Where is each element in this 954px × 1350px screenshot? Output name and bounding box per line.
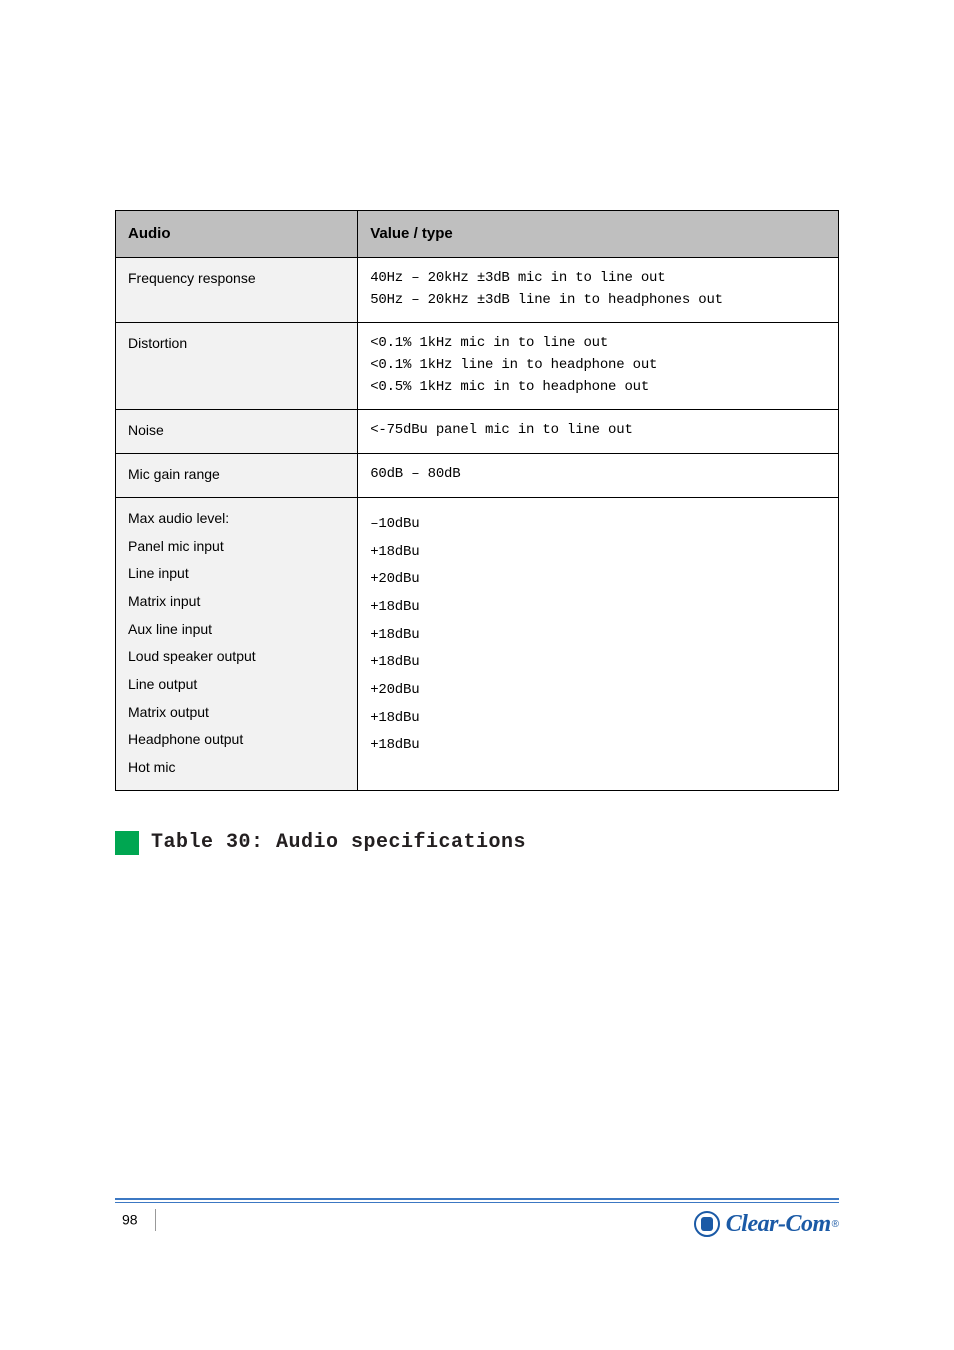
table-header-row: Audio Value / type	[116, 211, 839, 258]
sub-label: Aux line input	[128, 619, 345, 641]
table-row: Mic gain range 60dB – 80dB	[116, 454, 839, 498]
row-value: <-75dBu panel mic in to line out	[358, 410, 839, 454]
page-number-value: 98	[122, 1212, 138, 1228]
row-value: 60dB – 80dB	[358, 454, 839, 498]
caption-text: Table 30: Audio specifications	[151, 831, 526, 854]
brand-emblem-icon	[694, 1211, 720, 1237]
audio-spec-table: Audio Value / type Frequency response 40…	[115, 210, 839, 791]
row-label: Max audio level: Panel mic input Line in…	[116, 497, 358, 790]
brand-logo: Clear-Com®	[694, 1206, 839, 1242]
sub-value: +18dBu	[370, 542, 826, 564]
value-line: <-75dBu panel mic in to line out	[370, 420, 826, 442]
row-value: 40Hz – 20kHz ±3dB mic in to line out 50H…	[358, 258, 839, 323]
sub-label: Line input	[128, 563, 345, 585]
sub-label: Line output	[128, 674, 345, 696]
value-line: 50Hz – 20kHz ±3dB line in to headphones …	[370, 290, 826, 312]
table-row: Noise <-75dBu panel mic in to line out	[116, 410, 839, 454]
sub-value: +18dBu	[370, 597, 826, 619]
value-line: <0.5% 1kHz mic in to headphone out	[370, 377, 826, 399]
row-value: –10dBu +18dBu +20dBu +18dBu +18dBu +18dB…	[358, 497, 839, 790]
sub-value: +18dBu	[370, 625, 826, 647]
row-label-title: Max audio level:	[128, 508, 345, 530]
row-value: <0.1% 1kHz mic in to line out <0.1% 1kHz…	[358, 323, 839, 410]
value-line: <0.1% 1kHz line in to headphone out	[370, 355, 826, 377]
row-label: Noise	[116, 410, 358, 454]
page-number-separator	[155, 1209, 156, 1231]
col-header-value: Value / type	[358, 211, 839, 258]
sub-label: Loud speaker output	[128, 646, 345, 668]
sub-label: Matrix output	[128, 702, 345, 724]
sub-value: +20dBu	[370, 680, 826, 702]
page: Audio Value / type Frequency response 40…	[0, 0, 954, 1350]
row-label: Frequency response	[116, 258, 358, 323]
sub-value: +20dBu	[370, 569, 826, 591]
value-line: 40Hz – 20kHz ±3dB mic in to line out	[370, 268, 826, 290]
sub-label: Panel mic input	[128, 536, 345, 558]
table-row: Frequency response 40Hz – 20kHz ±3dB mic…	[116, 258, 839, 323]
row-label: Distortion	[116, 323, 358, 410]
sub-label: Headphone output	[128, 729, 345, 751]
sub-label: Hot mic	[128, 757, 345, 779]
row-label: Mic gain range	[116, 454, 358, 498]
table-caption: Table 30: Audio specifications	[115, 831, 839, 855]
registered-mark: ®	[832, 1219, 839, 1230]
sub-value: +18dBu	[370, 652, 826, 674]
sub-value: +18dBu	[370, 735, 826, 757]
sub-label: Matrix input	[128, 591, 345, 613]
value-line: <0.1% 1kHz mic in to line out	[370, 333, 826, 355]
sub-value: +18dBu	[370, 708, 826, 730]
section-marker-icon	[115, 831, 139, 855]
table-row: Max audio level: Panel mic input Line in…	[116, 497, 839, 790]
sub-value: –10dBu	[370, 514, 826, 536]
table-row: Distortion <0.1% 1kHz mic in to line out…	[116, 323, 839, 410]
footer-rule	[115, 1198, 839, 1200]
footer-rule-under	[115, 1202, 839, 1203]
page-number: 98	[122, 1210, 164, 1232]
brand-wordmark: Clear-Com	[726, 1211, 831, 1238]
value-line: 60dB – 80dB	[370, 464, 826, 486]
col-header-audio: Audio	[116, 211, 358, 258]
